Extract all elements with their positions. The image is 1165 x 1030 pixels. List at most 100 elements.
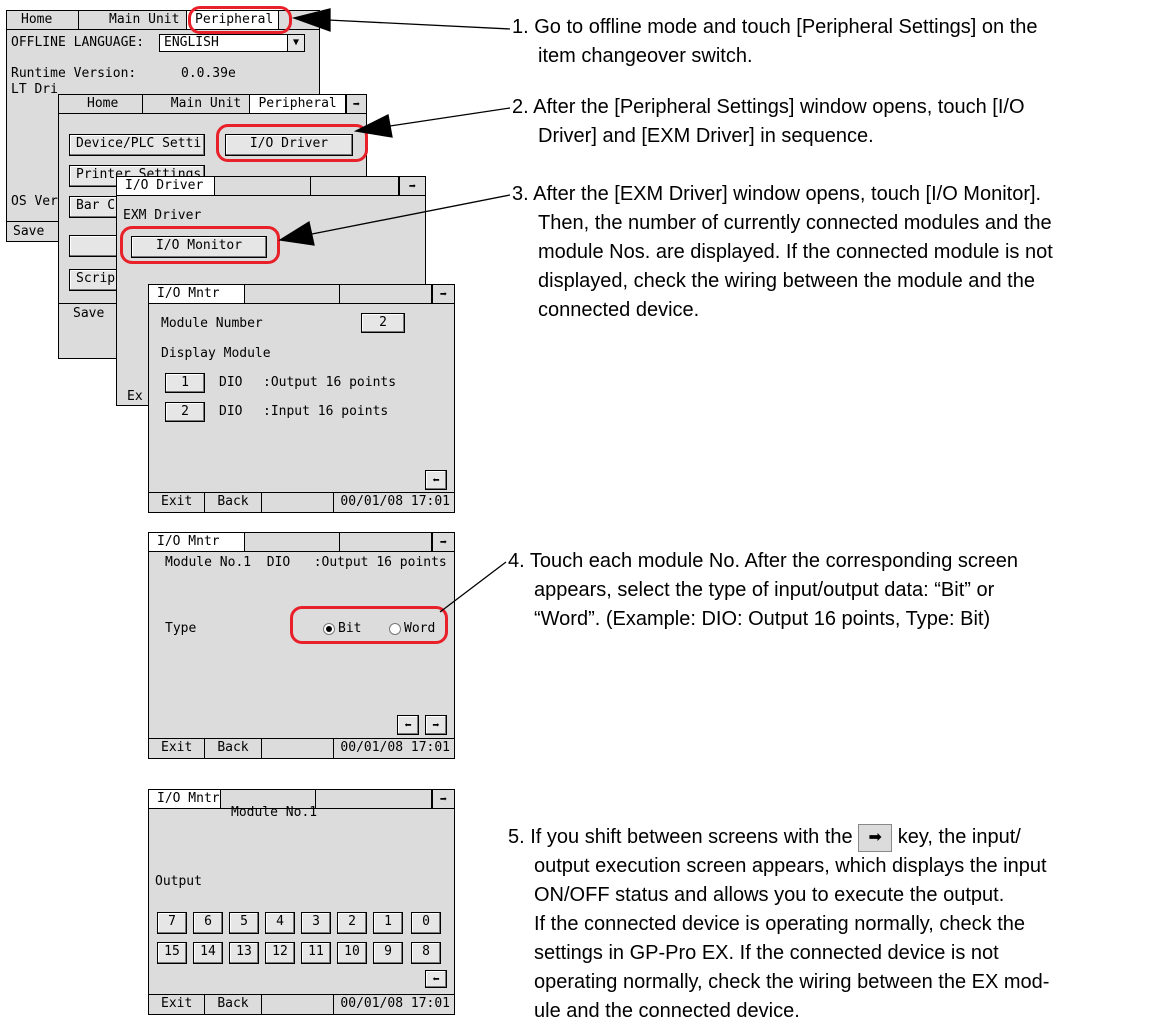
instruction-step-4: 4. Touch each module No. After the corre… [508, 547, 1018, 634]
output-bit-12[interactable]: 12 [265, 942, 295, 964]
tab-blank-1[interactable] [245, 533, 341, 551]
instruction-step-3: 3. After the [EXM Driver] window opens, … [512, 180, 1053, 325]
offline-language-label: OFFLINE LANGUAGE: [11, 35, 145, 50]
step5-line7: ule and the connected device. [534, 1000, 800, 1022]
output-bit-14[interactable]: 14 [193, 942, 223, 964]
tab-peripheral[interactable]: Peripheral [250, 95, 347, 113]
output-bit-3[interactable]: 3 [301, 912, 331, 934]
type-label: Type [165, 621, 197, 636]
tab-home[interactable]: Home [59, 95, 143, 113]
instruction-step-2: 2. After the [Peripheral Settings] windo… [512, 93, 1025, 151]
back-arrow-icon[interactable]: ⬅ [425, 470, 447, 490]
output-bit-11[interactable]: 11 [301, 942, 331, 964]
panel4-footer: Exit Back 00/01/08 17:01 [149, 492, 454, 512]
next-arrow-icon[interactable]: ➡ [432, 533, 454, 551]
next-arrow-icon[interactable]: ➡ [432, 285, 454, 303]
tab-home[interactable]: Home [7, 11, 79, 29]
tab-main-unit[interactable]: Main Unit [79, 11, 187, 29]
module-detail-line: Module No.1 DIO :Output 16 points [165, 555, 447, 570]
output-bit-13[interactable]: 13 [229, 942, 259, 964]
exit-button[interactable]: Exit [149, 995, 206, 1014]
output-bit-2[interactable]: 2 [337, 912, 367, 934]
tab-blank-2[interactable] [311, 177, 399, 195]
tab-io-mntr[interactable]: I/O Mntr [149, 790, 221, 808]
back-button[interactable]: Back [205, 995, 262, 1014]
tab-main-unit[interactable]: Main Unit [143, 95, 251, 113]
output-bit-8[interactable]: 8 [411, 942, 441, 964]
tab-blank-1[interactable] [245, 285, 341, 303]
panel3-exit-button[interactable]: Ex [127, 389, 143, 405]
panel5-tabbar: I/O Mntr ➡ [149, 533, 454, 552]
next-arrow-icon[interactable]: ➡ [346, 95, 366, 113]
next-arrow-icon[interactable]: ➡ [425, 715, 447, 735]
exm-driver-label: EXM Driver [123, 208, 202, 223]
lt-driver-label: LT Dri [11, 82, 58, 97]
module-type-panel: I/O Mntr ➡ Module No.1 DIO :Output 16 po… [148, 532, 455, 759]
module-2-type: DIO [219, 404, 243, 419]
step5-line6: operating normally, check the wiring bet… [534, 971, 1050, 993]
module-1-desc: :Output 16 points [263, 375, 397, 390]
output-bit-4[interactable]: 4 [265, 912, 295, 934]
module-2-button[interactable]: 2 [165, 402, 205, 422]
output-bit-1[interactable]: 1 [373, 912, 403, 934]
highlight-io-monitor [120, 226, 280, 264]
step3-line3: module Nos. are displayed. If the connec… [538, 241, 1053, 263]
step2-line2: Driver] and [EXM Driver] in sequence. [538, 125, 874, 147]
os-version-label: OS Ver [11, 194, 58, 209]
display-module-label: Display Module [161, 346, 271, 361]
step3-line4: displayed, check the wiring between the … [538, 270, 1035, 292]
tab-blank-2[interactable] [316, 790, 433, 808]
back-arrow-icon[interactable]: ⬅ [425, 970, 447, 988]
language-select[interactable]: ENGLISH ▼ [159, 34, 305, 52]
tab-blank-2[interactable] [340, 285, 433, 303]
output-bit-7[interactable]: 7 [157, 912, 187, 934]
exit-button[interactable]: Exit [149, 493, 206, 512]
output-bit-0[interactable]: 0 [411, 912, 441, 934]
output-bit-10[interactable]: 10 [337, 942, 367, 964]
panel3-tabbar: I/O Driver ➡ [117, 177, 425, 196]
step5-suffix: key, the input/ [897, 826, 1021, 848]
output-bit-15[interactable]: 15 [157, 942, 187, 964]
highlight-io-driver [216, 124, 368, 162]
step4-line2: appears, select the type of input/output… [534, 579, 995, 601]
back-button[interactable]: Back [205, 739, 262, 758]
back-button[interactable]: Back [205, 493, 262, 512]
panel1-save-button[interactable]: Save [13, 224, 44, 240]
output-bit-9[interactable]: 9 [373, 942, 403, 964]
module-2-desc: :Input 16 points [263, 404, 389, 419]
clock: 00/01/08 17:01 [333, 739, 454, 758]
step5-line2: output execution screen appears, which d… [534, 855, 1047, 877]
exit-button[interactable]: Exit [149, 739, 206, 758]
panel5-footer: Exit Back 00/01/08 17:01 [149, 738, 454, 758]
runtime-version-label: Runtime Version: [11, 66, 137, 81]
chevron-down-icon[interactable]: ▼ [287, 35, 304, 51]
tab-blank-2[interactable] [340, 533, 433, 551]
device-plc-settings-button[interactable]: Device/PLC Setti [69, 134, 205, 156]
output-bit-5[interactable]: 5 [229, 912, 259, 934]
clock: 00/01/08 17:01 [333, 995, 454, 1014]
tab-io-driver[interactable]: I/O Driver [117, 177, 215, 195]
instruction-step-1: 1. Go to offline mode and touch [Periphe… [512, 13, 1038, 71]
next-arrow-icon[interactable]: ➡ [399, 177, 425, 195]
output-bit-6[interactable]: 6 [193, 912, 223, 934]
back-arrow-icon[interactable]: ⬅ [397, 715, 419, 735]
tab-io-mntr[interactable]: I/O Mntr [149, 285, 245, 303]
step4-line3: “Word”. (Example: DIO: Output 16 points,… [534, 608, 991, 630]
module-1-button[interactable]: 1 [165, 373, 205, 393]
step1-line2: item changeover switch. [538, 45, 753, 67]
module-number-value: 2 [361, 313, 405, 333]
tab-io-mntr[interactable]: I/O Mntr [149, 533, 245, 551]
step4-line1: 4. Touch each module No. After the corre… [508, 550, 1018, 572]
clock: 00/01/08 17:01 [333, 493, 454, 512]
panel2-save-button[interactable]: Save [73, 306, 104, 322]
tab-blank-1[interactable] [215, 177, 311, 195]
module-number-label: Module Number [161, 316, 263, 331]
next-arrow-key-icon: ➡ [858, 823, 893, 852]
next-arrow-icon[interactable]: ➡ [432, 790, 454, 808]
instruction-step-5: 5. If you shift between screens with the… [508, 823, 1049, 1026]
step2-line1: 2. After the [Peripheral Settings] windo… [512, 96, 1025, 118]
io-monitor-panel: I/O Mntr ➡ Module Number 2 Display Modul… [148, 284, 455, 513]
module-1-type: DIO [219, 375, 243, 390]
highlight-peripheral [188, 6, 292, 34]
runtime-version-value: 0.0.39e [181, 66, 236, 81]
